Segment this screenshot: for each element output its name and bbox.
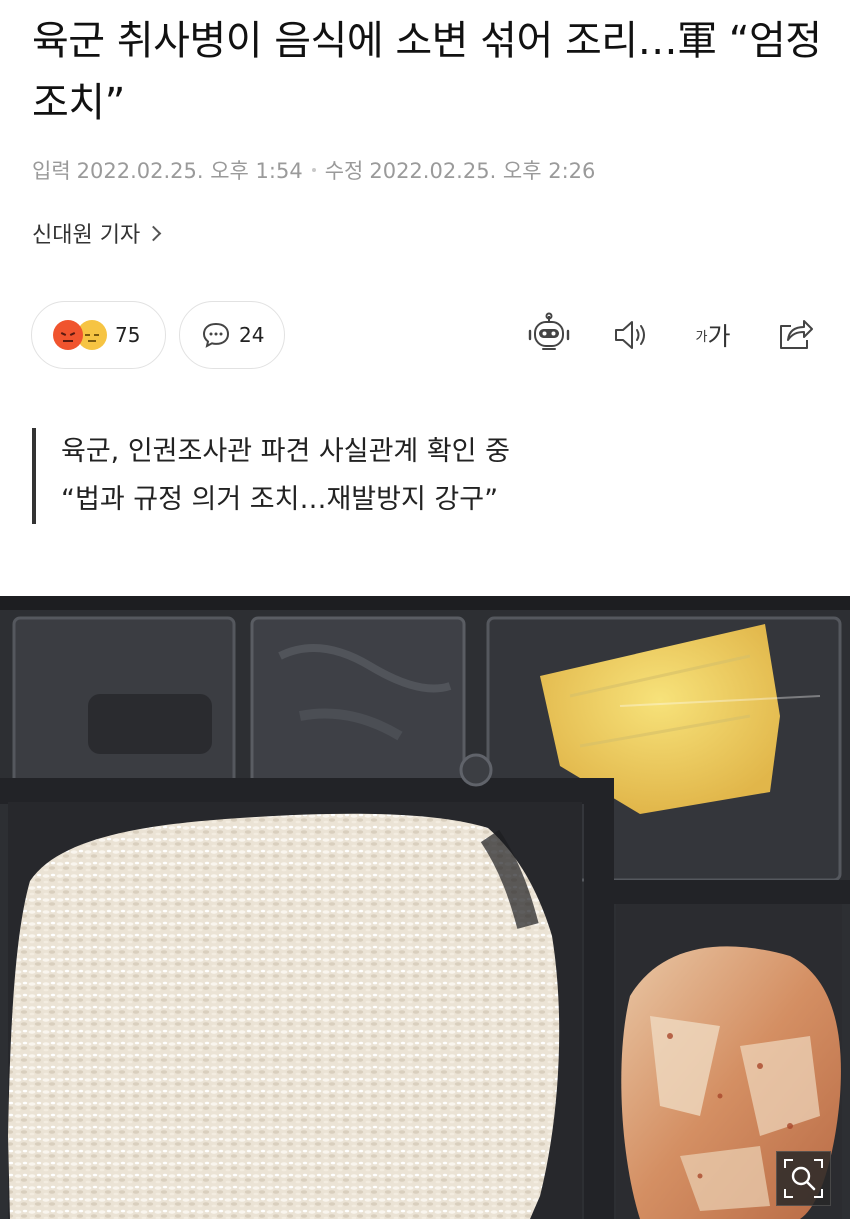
share-icon bbox=[780, 320, 813, 349]
font-size-button[interactable]: 가가 bbox=[688, 310, 738, 360]
summary-line-1: 육군, 인권조사관 파견 사실관계 확인 중 bbox=[61, 436, 510, 467]
summary-bot-button[interactable] bbox=[524, 310, 574, 360]
modified-datetime: 2022.02.25. 오후 2:26 bbox=[369, 159, 596, 183]
share-button[interactable] bbox=[770, 310, 820, 360]
magnifier-icon bbox=[784, 1159, 823, 1198]
speaker-icon bbox=[615, 321, 645, 349]
chevron-right-icon bbox=[145, 225, 162, 242]
comment-button[interactable]: 24 bbox=[179, 301, 285, 369]
input-label: 입력 bbox=[32, 159, 71, 183]
reaction-button[interactable]: 75 bbox=[31, 301, 166, 369]
reporter-name: 신대원 기자 bbox=[32, 223, 141, 248]
article-photo[interactable] bbox=[0, 596, 850, 1219]
photo-zoom-button[interactable] bbox=[776, 1151, 831, 1206]
speech-bubble-icon bbox=[202, 322, 230, 348]
input-datetime: 2022.02.25. 오후 1:54 bbox=[76, 159, 303, 183]
article-meta: 입력 2022.02.25. 오후 1:54 수정 2022.02.25. 오후… bbox=[32, 155, 595, 185]
reaction-count: 75 bbox=[115, 323, 141, 347]
modified-label: 수정 bbox=[324, 159, 364, 183]
meta-separator bbox=[311, 168, 316, 172]
robot-icon bbox=[528, 312, 570, 350]
article-summary: 육군, 인권조사관 파견 사실관계 확인 중 “법과 규정 의거 조치…재발방지… bbox=[32, 428, 841, 524]
meal-tray-photo bbox=[0, 596, 850, 1219]
font-big-glyph: 가 bbox=[707, 322, 731, 351]
reporter-link[interactable]: 신대원 기자 bbox=[32, 217, 162, 249]
angry-face-icon bbox=[53, 320, 83, 350]
article-title: 육군 취사병이 음식에 소변 섞어 조리…軍 “엄정 조치” bbox=[32, 18, 822, 126]
read-aloud-button[interactable] bbox=[606, 310, 656, 360]
comment-count: 24 bbox=[239, 323, 265, 347]
summary-line-2: “법과 규정 의거 조치…재발방지 강구” bbox=[61, 484, 499, 515]
article-toolbar: 가가 bbox=[492, 310, 820, 360]
font-small-glyph: 가 bbox=[695, 329, 708, 345]
